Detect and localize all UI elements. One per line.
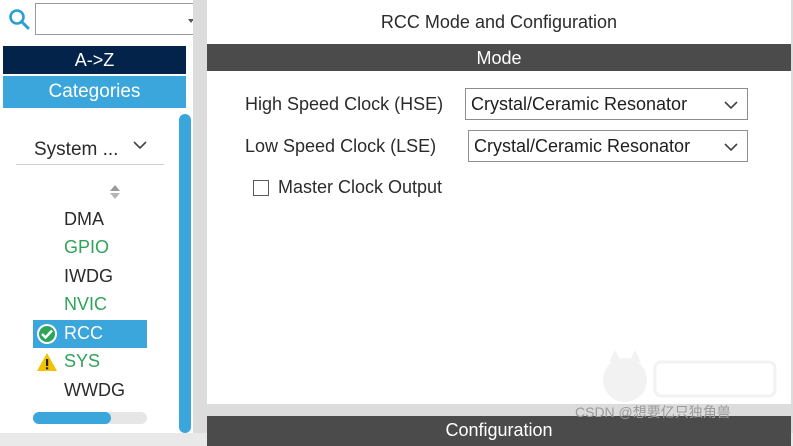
- list-item-wwdg[interactable]: WWDG: [33, 377, 147, 405]
- warning-icon: [37, 353, 57, 371]
- category-select[interactable]: System ...: [16, 133, 164, 165]
- master-clock-output-checkbox[interactable]: [253, 180, 269, 196]
- search-input[interactable]: [35, 3, 195, 35]
- watermark-text: CSDN @想要亿只独角兽: [575, 404, 731, 420]
- ip-sidebar: A->Z Categories System ... DMA GPIO IWDG…: [0, 0, 196, 433]
- list-item-gpio[interactable]: GPIO: [33, 234, 147, 262]
- hse-label: High Speed Clock (HSE): [245, 94, 444, 114]
- list-item-label: GPIO: [64, 237, 110, 257]
- list-item-iwdg[interactable]: IWDG: [33, 263, 147, 291]
- list-item-label: RCC: [64, 323, 103, 343]
- vertical-scrollbar-thumb[interactable]: [179, 114, 191, 433]
- master-clock-output-label: Master Clock Output: [278, 177, 443, 197]
- panel-divider[interactable]: [193, 0, 207, 433]
- lse-label: Low Speed Clock (LSE): [245, 136, 437, 156]
- page-title: RCC Mode and Configuration: [380, 12, 618, 32]
- chevron-down-icon: [724, 143, 738, 152]
- list-item-label: DMA: [64, 209, 104, 229]
- list-item-label: SYS: [64, 351, 101, 371]
- vertical-scrollbar[interactable]: [178, 112, 192, 433]
- watermark-logo: [603, 350, 777, 402]
- list-item-dma[interactable]: DMA: [33, 206, 147, 234]
- check-circle-icon: [37, 324, 57, 344]
- horizontal-scrollbar[interactable]: [33, 412, 147, 424]
- list-item-label: IWDG: [64, 266, 113, 286]
- hse-select-value: Crystal/Ceramic Resonator: [471, 94, 688, 114]
- chevron-down-icon: [724, 101, 738, 110]
- lse-select[interactable]: Crystal/Ceramic Resonator: [468, 130, 748, 162]
- hse-select[interactable]: Crystal/Ceramic Resonator: [465, 88, 748, 120]
- sort-icon[interactable]: [108, 183, 122, 201]
- chevron-down-icon: [133, 141, 147, 150]
- list-item-nvic[interactable]: NVIC: [33, 291, 147, 319]
- sort-az-button[interactable]: A->Z: [3, 46, 186, 74]
- search-row: [0, 0, 196, 40]
- mode-section-header: Mode: [207, 44, 791, 71]
- search-icon[interactable]: [8, 8, 30, 30]
- list-item-sys[interactable]: SYS: [33, 348, 147, 376]
- list-item-rcc[interactable]: RCC: [33, 320, 147, 348]
- categories-button[interactable]: Categories: [3, 76, 186, 108]
- list-item-label: NVIC: [64, 294, 108, 314]
- rcc-config-panel: RCC Mode and Configuration Mode High Spe…: [207, 0, 793, 446]
- horizontal-scrollbar-thumb[interactable]: [33, 412, 111, 424]
- list-item-label: WWDG: [64, 380, 125, 400]
- lse-select-value: Crystal/Ceramic Resonator: [474, 136, 691, 156]
- category-select-value: System ...: [34, 139, 119, 160]
